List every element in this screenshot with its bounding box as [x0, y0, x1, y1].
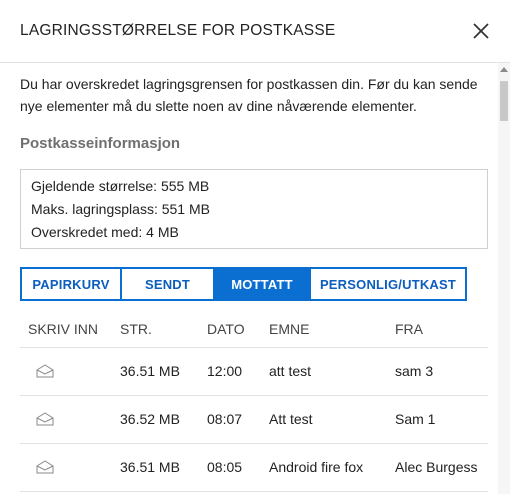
- table-row[interactable]: 36.51 MB 12:00 att test sam 3: [20, 348, 488, 396]
- row-size: 36.52 MB: [120, 411, 180, 427]
- column-header-from[interactable]: FRA: [395, 321, 423, 337]
- dialog-header: LAGRINGSSTØRRELSE FOR POSTKASSE: [0, 0, 510, 63]
- tab-personlig-utkast[interactable]: PERSONLIG/UTKAST: [311, 269, 465, 299]
- column-header-skriv-inn[interactable]: SKRIV INN: [28, 321, 98, 337]
- row-size: 36.51 MB: [120, 363, 180, 379]
- row-date: 12:00: [207, 363, 243, 379]
- tab-papirkurv[interactable]: PAPIRKURV: [22, 269, 122, 299]
- vertical-scrollbar[interactable]: [498, 63, 510, 494]
- table-row[interactable]: 36.52 MB 08:07 Att test Sam 1: [20, 396, 488, 444]
- dialog-body: Du har overskredet lagringsgrensen for p…: [0, 63, 498, 494]
- row-subject: Att test: [269, 411, 313, 427]
- row-from: sam 3: [395, 363, 434, 379]
- folder-tabs: PAPIRKURV SENDT MOTTATT PERSONLIG/UTKAST: [20, 267, 467, 301]
- table-row[interactable]: 36.51 MB 08:05 Android fire fox Alec Bur…: [20, 444, 488, 492]
- scrollbar-thumb[interactable]: [500, 81, 508, 121]
- dialog-title: LAGRINGSSTØRRELSE FOR POSTKASSE: [20, 22, 336, 39]
- tab-sendt[interactable]: SENDT: [122, 269, 215, 299]
- close-icon[interactable]: [470, 20, 492, 42]
- mailbox-info-box: Gjeldende størrelse: 555 MB Maks. lagrin…: [20, 169, 488, 249]
- tab-mottatt[interactable]: MOTTATT: [215, 269, 311, 299]
- exceeded-by-text: Overskredet med: 4 MB: [31, 224, 179, 240]
- envelope-open-icon: [36, 412, 54, 426]
- max-storage-text: Maks. lagringsplass: 551 MB: [31, 201, 210, 217]
- row-date: 08:05: [207, 459, 243, 475]
- column-header-size[interactable]: STR.: [120, 321, 152, 337]
- row-subject: att test: [269, 363, 312, 379]
- column-header-date[interactable]: DATO: [207, 321, 245, 337]
- row-from: Sam 1: [395, 411, 436, 427]
- envelope-open-icon: [36, 364, 54, 378]
- mailbox-info-heading: Postkasseinformasjon: [20, 135, 181, 152]
- mailbox-size-dialog: LAGRINGSSTØRRELSE FOR POSTKASSE Du har o…: [0, 0, 510, 494]
- row-from: Alec Burgess: [395, 459, 478, 475]
- row-subject: Android fire fox: [269, 459, 364, 475]
- row-date: 08:07: [207, 411, 243, 427]
- column-header-subject[interactable]: EMNE: [269, 321, 309, 337]
- row-size: 36.51 MB: [120, 459, 180, 475]
- quota-warning-message: Du har overskredet lagringsgrensen for p…: [20, 76, 478, 114]
- scroll-up-arrow-icon[interactable]: [500, 67, 508, 72]
- envelope-open-icon: [36, 460, 54, 474]
- current-size-text: Gjeldende størrelse: 555 MB: [31, 178, 210, 194]
